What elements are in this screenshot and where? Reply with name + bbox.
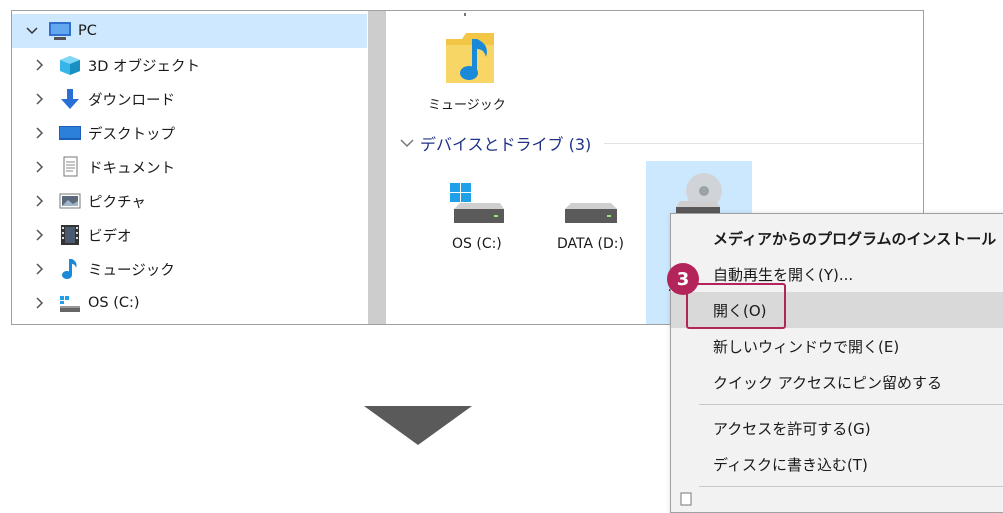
- nav-label: ビデオ: [88, 228, 132, 245]
- music-folder[interactable]: ミュージック: [426, 29, 516, 119]
- nav-label: ミュージック: [88, 262, 175, 279]
- menu-separator: [699, 404, 1003, 405]
- nav-label: OS (C:): [88, 295, 140, 311]
- pc-icon: [49, 22, 71, 40]
- menu-separator: [699, 486, 1003, 487]
- menu-label: 新しいウィンドウで開く(E): [713, 337, 900, 356]
- video-icon: [61, 225, 79, 245]
- navigation-pane: PC 3D オブジェクト ダウンロード デスクトップ ドキュメント ピクチャ ビ…: [12, 11, 368, 324]
- document-icon: [680, 492, 692, 506]
- drive-label: DATA (D:): [557, 236, 624, 252]
- drive-label: OS (C:): [452, 236, 502, 252]
- pane-splitter[interactable]: [368, 11, 386, 324]
- nav-item-music[interactable]: ミュージック: [12, 252, 367, 286]
- chevron-right-icon[interactable]: [34, 59, 46, 71]
- context-menu: メディアからのプログラムのインストール 自動再生を開く(Y)... 開く(O) …: [670, 213, 1003, 513]
- drive-icon: [60, 296, 80, 312]
- music-folder-icon: [446, 33, 494, 83]
- menu-label: メディアからのプログラムのインストール: [713, 229, 997, 248]
- nav-label: ダウンロード: [88, 92, 175, 109]
- menu-item-open-new-window[interactable]: 新しいウィンドウで開く(E): [671, 328, 1003, 364]
- pictures-icon: [59, 193, 81, 209]
- menu-label: 自動再生を開く(Y)...: [713, 265, 854, 284]
- devices-group-header[interactable]: デバイスとドライブ (3): [400, 131, 591, 155]
- nav-item-downloads[interactable]: ダウンロード: [12, 82, 367, 116]
- nav-item-3d-objects[interactable]: 3D オブジェクト: [12, 48, 367, 82]
- nav-label: ドキュメント: [88, 160, 175, 177]
- document-icon: [63, 156, 78, 177]
- nav-label: デスクトップ: [88, 126, 175, 143]
- menu-label: アクセスを許可する(G): [713, 419, 871, 438]
- music-folder-label: ミュージック: [428, 98, 506, 113]
- menu-item-burn-to-disc[interactable]: ディスクに書き込む(T): [671, 446, 1003, 482]
- chevron-right-icon[interactable]: [34, 263, 46, 275]
- nav-item-pc[interactable]: PC: [12, 14, 367, 48]
- desktop-icon: [59, 126, 81, 140]
- chevron-right-icon[interactable]: [34, 195, 46, 207]
- drive-tile-os-c[interactable]: OS (C:): [436, 181, 516, 261]
- menu-label: クイック アクセスにピン留めする: [713, 373, 943, 392]
- menu-item-install-from-media[interactable]: メディアからのプログラムのインストール: [671, 220, 1003, 256]
- download-icon: [61, 89, 79, 109]
- nav-label: ピクチャ: [88, 194, 146, 211]
- chevron-down-icon[interactable]: [400, 138, 414, 148]
- chevron-right-icon[interactable]: [34, 127, 46, 139]
- menu-item-give-access[interactable]: アクセスを許可する(G): [671, 410, 1003, 446]
- callout-highlight-box: [686, 283, 786, 329]
- menu-label: ディスクに書き込む(T): [713, 455, 868, 474]
- menu-item-pin-quick-access[interactable]: クイック アクセスにピン留めする: [671, 364, 1003, 400]
- music-icon: [62, 259, 77, 279]
- tick-mark: [464, 13, 466, 16]
- windows-drive-icon: [450, 183, 504, 223]
- chevron-right-icon[interactable]: [34, 297, 46, 309]
- chevron-down-icon[interactable]: [26, 25, 38, 37]
- nav-item-desktop[interactable]: デスクトップ: [12, 116, 367, 150]
- nav-label: 3D オブジェクト: [88, 58, 200, 75]
- step-number-badge: 3: [667, 263, 699, 295]
- group-divider: [604, 143, 923, 144]
- nav-label: PC: [78, 23, 97, 39]
- nav-item-videos[interactable]: ビデオ: [12, 218, 367, 252]
- chevron-right-icon[interactable]: [34, 93, 46, 105]
- nav-item-os-c[interactable]: OS (C:): [12, 286, 367, 320]
- chevron-right-icon[interactable]: [34, 229, 46, 241]
- chevron-right-icon[interactable]: [34, 161, 46, 173]
- group-header-label: デバイスとドライブ (3): [420, 135, 592, 154]
- nav-item-documents[interactable]: ドキュメント: [12, 150, 367, 184]
- drive-tile-data-d[interactable]: DATA (D:): [551, 181, 641, 261]
- drive-icon: [565, 203, 617, 223]
- nav-item-pictures[interactable]: ピクチャ: [12, 184, 367, 218]
- 3d-objects-icon: [60, 56, 80, 75]
- down-arrow-icon: [364, 406, 472, 445]
